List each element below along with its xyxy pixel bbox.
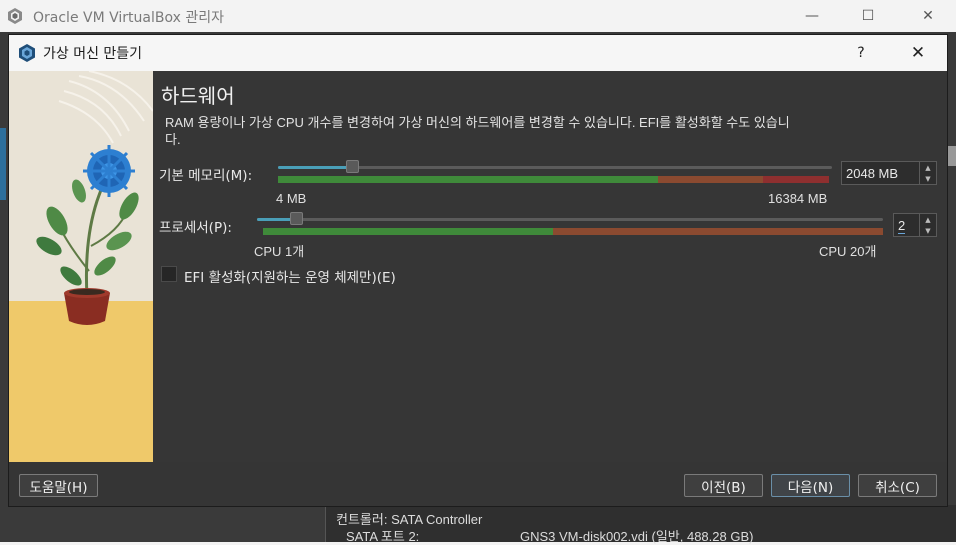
memory-slider-fill xyxy=(278,166,353,169)
page-description: RAM 용량이나 가상 CPU 개수를 변경하여 가상 머신의 하드웨어를 변경… xyxy=(165,115,790,147)
memory-label: 기본 메모리(M): xyxy=(159,168,253,184)
processor-spin-buttons: ▲ ▼ xyxy=(919,214,936,236)
storage-details-panel: 컨트롤러: SATA Controller SATA 포트 2: GNS3 VM… xyxy=(325,505,956,544)
memory-slider[interactable] xyxy=(278,160,832,173)
scrollbar-thumb[interactable] xyxy=(948,146,956,166)
memory-value: 2048 MB xyxy=(846,166,899,181)
memory-decrease-icon[interactable]: ▼ xyxy=(920,173,936,184)
memory-slider-handle[interactable] xyxy=(346,160,359,173)
memory-spinbox[interactable]: 2048 MB ▲ ▼ xyxy=(841,161,937,185)
memory-danger-range xyxy=(763,176,829,183)
back-button[interactable]: 이전(B) xyxy=(684,474,763,497)
main-close-button[interactable]: ✕ xyxy=(900,0,956,32)
memory-spin-buttons: ▲ ▼ xyxy=(919,162,936,184)
wizard-content: 하드웨어 RAM 용량이나 가상 CPU 개수를 변경하여 가상 머신의 하드웨… xyxy=(153,71,947,462)
help-bottom-button[interactable]: 도움말(H) xyxy=(19,474,98,497)
processor-min-label: CPU 1개 xyxy=(254,244,305,259)
processor-value: 2 xyxy=(898,218,906,234)
selected-vm-indicator xyxy=(0,128,6,200)
memory-increase-icon[interactable]: ▲ xyxy=(920,162,936,173)
dialog-titlebar: 가상 머신 만들기 ? ✕ xyxy=(9,35,947,71)
processor-increase-icon[interactable]: ▲ xyxy=(920,214,936,225)
memory-safe-range xyxy=(278,176,658,183)
create-vm-dialog: 가상 머신 만들기 ? ✕ 하드웨어 RAM 용량이나 가상 CPU 개수를 변… xyxy=(8,34,948,507)
plant-illustration-icon xyxy=(9,71,153,462)
page-title: 하드웨어 xyxy=(161,84,235,108)
efi-checkbox-label[interactable]: EFI 활성화(지원하는 운영 체제만)(E) xyxy=(184,266,396,286)
help-button[interactable]: ? xyxy=(847,39,875,67)
main-window-titlebar: Oracle VM VirtualBox 관리자 — ☐ ✕ xyxy=(0,0,956,32)
virtualbox-logo-icon xyxy=(8,8,22,24)
processor-slider[interactable] xyxy=(257,212,883,225)
memory-warning-range xyxy=(658,176,763,183)
processor-slider-handle[interactable] xyxy=(290,212,303,225)
maximize-button[interactable]: ☐ xyxy=(840,0,896,32)
processor-max-label: CPU 20개 xyxy=(819,244,877,259)
minimize-button[interactable]: — xyxy=(784,0,840,32)
dialog-close-button[interactable]: ✕ xyxy=(901,39,935,67)
memory-range-bar xyxy=(278,176,829,183)
memory-max-label: 16384 MB xyxy=(768,191,828,206)
wizard-illustration xyxy=(9,71,153,462)
processor-warning-range xyxy=(553,228,883,235)
dialog-title: 가상 머신 만들기 xyxy=(43,46,143,62)
memory-min-label: 4 MB xyxy=(276,191,307,206)
processor-spinbox[interactable]: 2 ▲ ▼ xyxy=(893,213,937,237)
next-button[interactable]: 다음(N) xyxy=(771,474,850,497)
main-window-title: Oracle VM VirtualBox 관리자 xyxy=(33,10,224,26)
efi-checkbox[interactable] xyxy=(161,266,177,282)
virtualbox-logo-icon xyxy=(19,44,35,62)
processor-label: 프로세서(P): xyxy=(159,220,232,236)
processor-decrease-icon[interactable]: ▼ xyxy=(920,225,936,236)
processor-range-bar xyxy=(263,228,883,235)
sata-port-label: SATA 포트 2: xyxy=(346,529,420,544)
cancel-button[interactable]: 취소(C) xyxy=(858,474,937,497)
processor-safe-range xyxy=(263,228,553,235)
sata-port-value: GNS3 VM-disk002.vdi (일반, 488.28 GB) xyxy=(520,529,754,544)
